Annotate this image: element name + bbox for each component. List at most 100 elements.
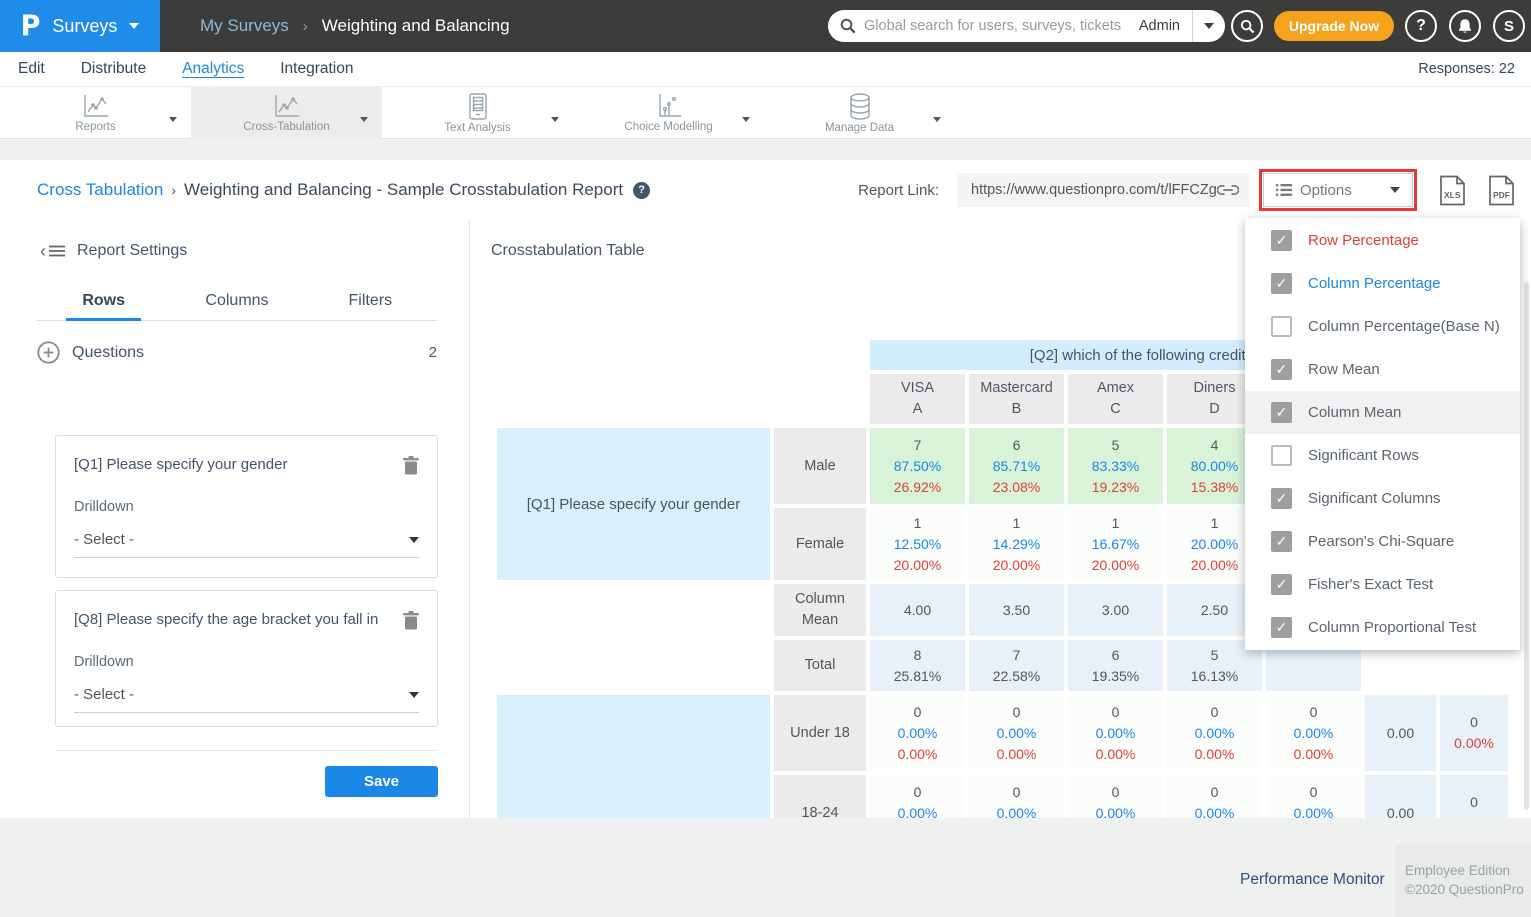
- report-help-icon[interactable]: ?: [633, 182, 650, 199]
- data-cell: 116.67%20.00%: [1068, 508, 1163, 580]
- questionpro-logo[interactable]: P Surveys: [0, 0, 160, 52]
- settings-tab-columns[interactable]: Columns: [170, 284, 303, 320]
- delete-question-button[interactable]: [403, 611, 419, 630]
- svg-text:XLS: XLS: [1444, 190, 1461, 200]
- performance-monitor-link[interactable]: Performance Monitor: [1240, 871, 1385, 889]
- search-submit-button[interactable]: [1231, 10, 1263, 42]
- data-cell: 112.50%20.00%: [870, 508, 965, 580]
- row-label: Total: [774, 640, 866, 691]
- checkbox-checked-icon[interactable]: ✓: [1271, 230, 1292, 251]
- report-link-label: Report Link:: [858, 182, 939, 199]
- checkbox-checked-icon[interactable]: ✓: [1271, 617, 1292, 638]
- nav-tab-distribute[interactable]: Distribute: [79, 54, 148, 85]
- options-menu-item-significant-rows[interactable]: Significant Rows: [1245, 434, 1520, 477]
- link-icon[interactable]: [1217, 183, 1239, 197]
- export-pdf-button[interactable]: PDF: [1488, 175, 1515, 206]
- options-dropdown-menu: ✓Row Percentage✓Column Percentage Column …: [1245, 218, 1520, 650]
- nav-tab-edit[interactable]: Edit: [16, 54, 47, 85]
- upgrade-now-button[interactable]: Upgrade Now: [1274, 11, 1394, 41]
- toolbar-item-reports[interactable]: Reports: [0, 87, 191, 139]
- options-menu-item-column-proportional-test[interactable]: ✓Column Proportional Test: [1245, 606, 1520, 649]
- report-url[interactable]: https://www.questionpro.com/t/lFFCZg: [971, 182, 1217, 198]
- report-url-box[interactable]: https://www.questionpro.com/t/lFFCZg: [957, 173, 1249, 207]
- options-menu-item-label: Column Percentage(Base N): [1308, 318, 1500, 335]
- settings-tab-rows[interactable]: Rows: [37, 284, 170, 320]
- column-header: AmexC: [1068, 374, 1163, 424]
- chevron-down-icon[interactable]: [742, 109, 750, 127]
- line-chart-icon: [82, 94, 109, 119]
- divider: [55, 750, 437, 751]
- checkbox-unchecked-icon[interactable]: [1271, 445, 1292, 466]
- survey-nav: EditDistributeAnalyticsIntegrationRespon…: [0, 52, 1531, 87]
- svg-text:PDF: PDF: [1493, 190, 1510, 200]
- edition-line1: Employee Edition: [1405, 861, 1531, 880]
- export-xls-button[interactable]: XLS: [1439, 175, 1466, 206]
- nav-tab-integration[interactable]: Integration: [278, 54, 355, 85]
- collapse-panel-icon[interactable]: ‹: [40, 242, 65, 260]
- toolbar-item-cross-tabulation[interactable]: Cross-Tabulation: [191, 87, 382, 139]
- add-question-icon[interactable]: [37, 341, 60, 364]
- vertical-scrollbar[interactable]: [1524, 282, 1529, 810]
- data-cell: 00.00%0.00%: [969, 695, 1064, 771]
- options-menu-item-column-percentage[interactable]: ✓Column Percentage: [1245, 262, 1520, 305]
- checkbox-checked-icon[interactable]: ✓: [1271, 402, 1292, 423]
- breadcrumb-my-surveys[interactable]: My Surveys: [200, 16, 289, 36]
- options-button[interactable]: Options: [1263, 173, 1413, 207]
- drilldown-select[interactable]: - Select -: [74, 531, 419, 558]
- options-highlight-box: Options: [1259, 169, 1417, 211]
- options-menu-item-pearson-s-chi-square[interactable]: ✓ Pearson's Chi-Square: [1245, 520, 1520, 563]
- cross-tabulation-link[interactable]: Cross Tabulation: [37, 180, 163, 200]
- global-search: Admin: [828, 10, 1225, 42]
- data-cell: 685.71%23.08%: [969, 428, 1064, 504]
- toolbar-item-text-analysis[interactable]: Text Analysis: [382, 87, 573, 139]
- edition-line2: ©2020 QuestionPro: [1405, 880, 1531, 899]
- search-scope-selector[interactable]: Admin: [1127, 10, 1193, 42]
- options-menu-item-fisher-s-exact-test[interactable]: ✓Fisher's Exact Test: [1245, 563, 1520, 606]
- options-menu-item-column-mean[interactable]: ✓Column Mean: [1245, 391, 1520, 434]
- save-button[interactable]: Save: [325, 766, 438, 797]
- data-cell: 114.29%20.00%: [969, 508, 1064, 580]
- options-menu-item-label: Pearson's Chi-Square: [1308, 533, 1454, 550]
- breadcrumb-current-survey: Weighting and Balancing: [322, 16, 510, 36]
- user-avatar[interactable]: S: [1493, 10, 1525, 42]
- options-menu-item-label: Significant Columns: [1308, 490, 1441, 507]
- toolbar-item-label: Manage Data: [825, 122, 894, 134]
- questions-label: Questions: [72, 344, 144, 362]
- data-cell: 00.00%0.00%: [969, 775, 1064, 818]
- chevron-down-icon[interactable]: [933, 109, 941, 127]
- toolbar-item-manage-data[interactable]: Manage Data: [764, 87, 955, 139]
- settings-tab-filters[interactable]: Filters: [304, 284, 437, 320]
- data-cell: 3.50: [969, 584, 1064, 636]
- options-menu-item-row-mean[interactable]: ✓Row Mean: [1245, 348, 1520, 391]
- report-title: Weighting and Balancing - Sample Crossta…: [184, 180, 623, 200]
- checkbox-checked-icon[interactable]: ✓: [1271, 488, 1292, 509]
- toolbar-item-label: Reports: [75, 121, 115, 133]
- checkbox-checked-icon[interactable]: ✓: [1271, 359, 1292, 380]
- checkbox-checked-icon[interactable]: ✓: [1271, 531, 1292, 552]
- checkbox-checked-icon[interactable]: ✓: [1271, 273, 1292, 294]
- drilldown-label: Drilldown: [74, 499, 419, 515]
- help-button[interactable]: ?: [1405, 10, 1437, 42]
- options-menu-item-column-percentage-base-n-[interactable]: Column Percentage(Base N): [1245, 305, 1520, 348]
- options-menu-item-significant-columns[interactable]: ✓ Significant Columns: [1245, 477, 1520, 520]
- drilldown-select[interactable]: - Select -: [74, 686, 419, 713]
- chevron-down-icon[interactable]: [360, 109, 368, 127]
- search-icon: [840, 18, 856, 34]
- search-input[interactable]: [864, 18, 1127, 34]
- delete-question-button[interactable]: [403, 456, 419, 475]
- search-scope-caret[interactable]: [1193, 10, 1225, 42]
- checkbox-unchecked-icon[interactable]: [1271, 316, 1292, 337]
- chevron-down-icon[interactable]: [169, 109, 177, 127]
- data-cell: 00.00%0.00%: [1068, 775, 1163, 818]
- notifications-button[interactable]: [1449, 10, 1481, 42]
- row-label: Male: [774, 428, 866, 504]
- chevron-down-icon[interactable]: [551, 109, 559, 127]
- checkbox-checked-icon[interactable]: ✓: [1271, 574, 1292, 595]
- nav-tab-analytics[interactable]: Analytics: [180, 54, 246, 85]
- data-cell: 00.00%0.00%: [870, 775, 965, 818]
- drilldown-label: Drilldown: [74, 654, 419, 670]
- options-button-label: Options: [1300, 182, 1382, 199]
- toolbar-item-choice-modelling[interactable]: Choice Modelling: [573, 87, 764, 139]
- options-menu-item-row-percentage[interactable]: ✓Row Percentage: [1245, 219, 1520, 262]
- question-title: [Q1] Please specify your gender: [74, 456, 403, 473]
